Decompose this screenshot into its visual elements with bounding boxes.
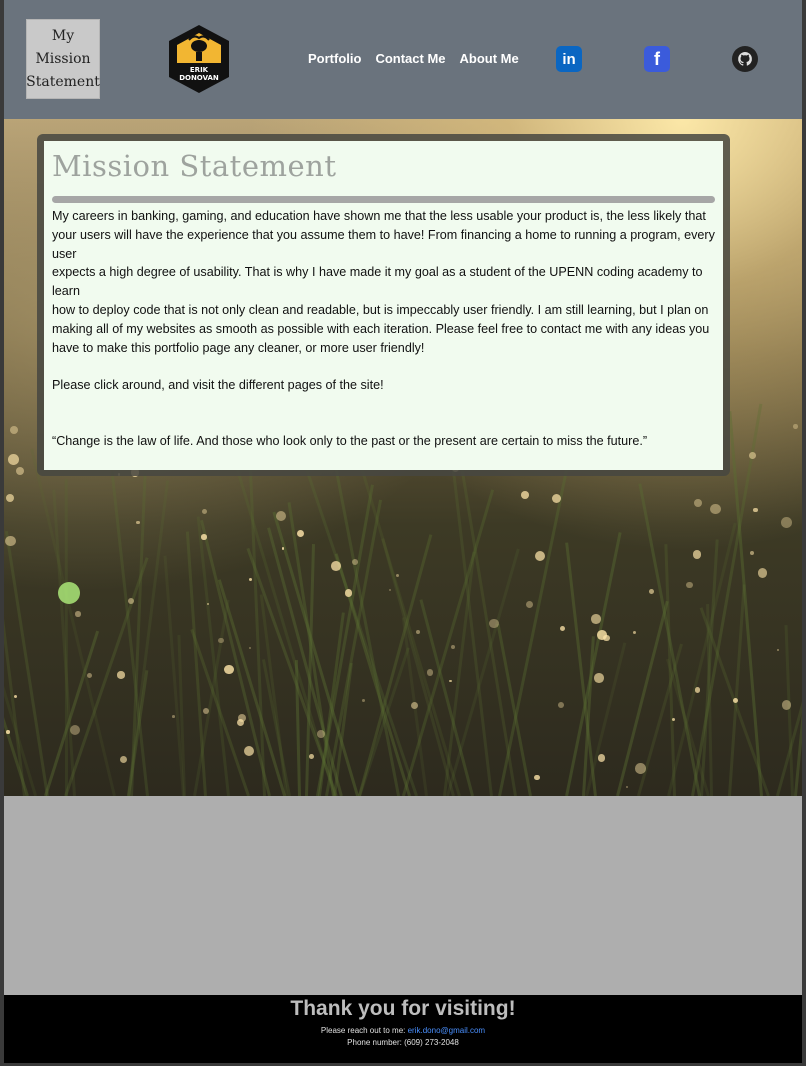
footer-email-link[interactable]: erik.dono@gmail.com [408, 1026, 485, 1035]
mission-statement-card: Mission Statement My careers in banking,… [44, 141, 723, 470]
paragraph-3: how to deploy code that is not only clea… [52, 302, 710, 355]
logo-text-line-1: ERIK [190, 66, 209, 74]
logo-text-line-2: DONOVAN [179, 74, 219, 82]
main-nav: Portfolio Contact Me About Me [308, 51, 533, 66]
nav-portfolio-link[interactable]: Portfolio [308, 51, 361, 66]
page-title-line-1: My [51, 27, 75, 44]
erik-donovan-logo[interactable]: ERIK DONOVAN [166, 24, 232, 94]
nav-about-link[interactable]: About Me [460, 51, 519, 66]
footer-contact-prefix: Please reach out to me: [320, 1026, 408, 1035]
footer-contact-line: Please reach out to me: erik.dono@gmail.… [4, 1025, 802, 1037]
footer-thanks: Thank you for visiting! [290, 997, 516, 1020]
paragraph-1: My careers in banking, gaming, and educa… [52, 209, 715, 261]
heading-divider [52, 196, 715, 203]
nav-contact-link[interactable]: Contact Me [375, 51, 445, 66]
page-title-box: My Mission Statement [26, 19, 100, 99]
page-frame: My Mission Statement ERIK DONOVAN Portfo… [4, 0, 802, 1063]
mission-statement-text: My careers in banking, gaming, and educa… [52, 207, 716, 451]
page-title-line-2: Mission [35, 50, 91, 67]
github-octocat-glyph [738, 52, 752, 66]
page-title-line-3: Statement [26, 73, 100, 90]
site-header: My Mission Statement ERIK DONOVAN Portfo… [4, 0, 802, 119]
facebook-icon[interactable]: f [644, 46, 670, 72]
linkedin-icon[interactable]: in [556, 46, 582, 72]
paragraph-2: expects a high degree of usability. That… [52, 265, 703, 299]
paragraph-invite: Please click around, and visit the diffe… [52, 378, 384, 393]
site-footer: Thank you for visiting! Please reach out… [4, 995, 802, 1063]
mission-statement-heading: Mission Statement [52, 149, 337, 183]
github-icon[interactable] [732, 46, 758, 72]
footer-phone: Phone number: (609) 273-2048 [347, 1038, 459, 1047]
quote: “Change is the law of life. And those wh… [52, 434, 648, 449]
